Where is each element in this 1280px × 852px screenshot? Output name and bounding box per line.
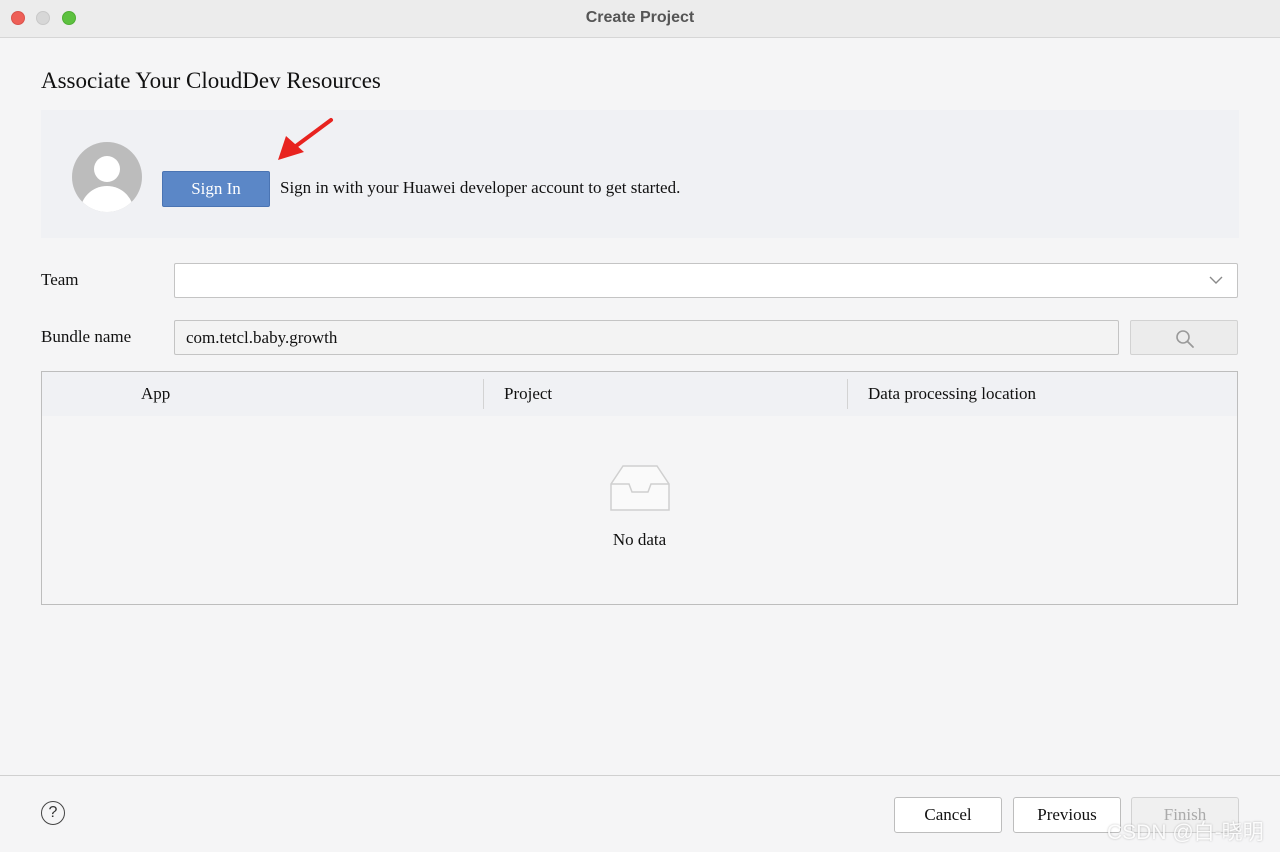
avatar-icon (72, 142, 142, 212)
annotation-arrow-icon (278, 118, 333, 160)
search-button[interactable] (1130, 320, 1238, 355)
help-icon[interactable]: ? (41, 801, 65, 825)
watermark: CSDN @白-晓明 (1107, 821, 1264, 844)
empty-inbox-icon (610, 465, 670, 511)
search-icon (1176, 330, 1194, 348)
resources-table: App Project Data processing location No … (41, 371, 1238, 605)
team-label: Team (41, 270, 79, 289)
signin-panel: Sign In Sign in with your Huawei develop… (41, 110, 1239, 238)
column-header-project[interactable]: Project (504, 384, 552, 404)
sign-in-button[interactable]: Sign In (162, 171, 270, 207)
previous-button[interactable]: Previous (1013, 797, 1121, 833)
column-header-data-location[interactable]: Data processing location (868, 384, 1036, 404)
footer-divider (0, 775, 1280, 776)
column-divider[interactable] (483, 379, 484, 409)
title-bar: Create Project (0, 0, 1280, 38)
cancel-button[interactable]: Cancel (894, 797, 1002, 833)
table-header: App Project Data processing location (42, 372, 1237, 416)
bundle-name-label: Bundle name (41, 327, 132, 346)
page-heading: Associate Your CloudDev Resources (41, 68, 381, 93)
team-select[interactable] (174, 263, 1238, 298)
column-divider[interactable] (847, 379, 848, 409)
column-header-app[interactable]: App (141, 384, 170, 404)
bundle-name-input[interactable] (174, 320, 1119, 355)
window-title: Create Project (585, 9, 695, 26)
chevron-down-icon (1209, 276, 1223, 284)
signin-message: Sign in with your Huawei developer accou… (280, 178, 681, 197)
empty-state-text: No data (612, 530, 667, 549)
